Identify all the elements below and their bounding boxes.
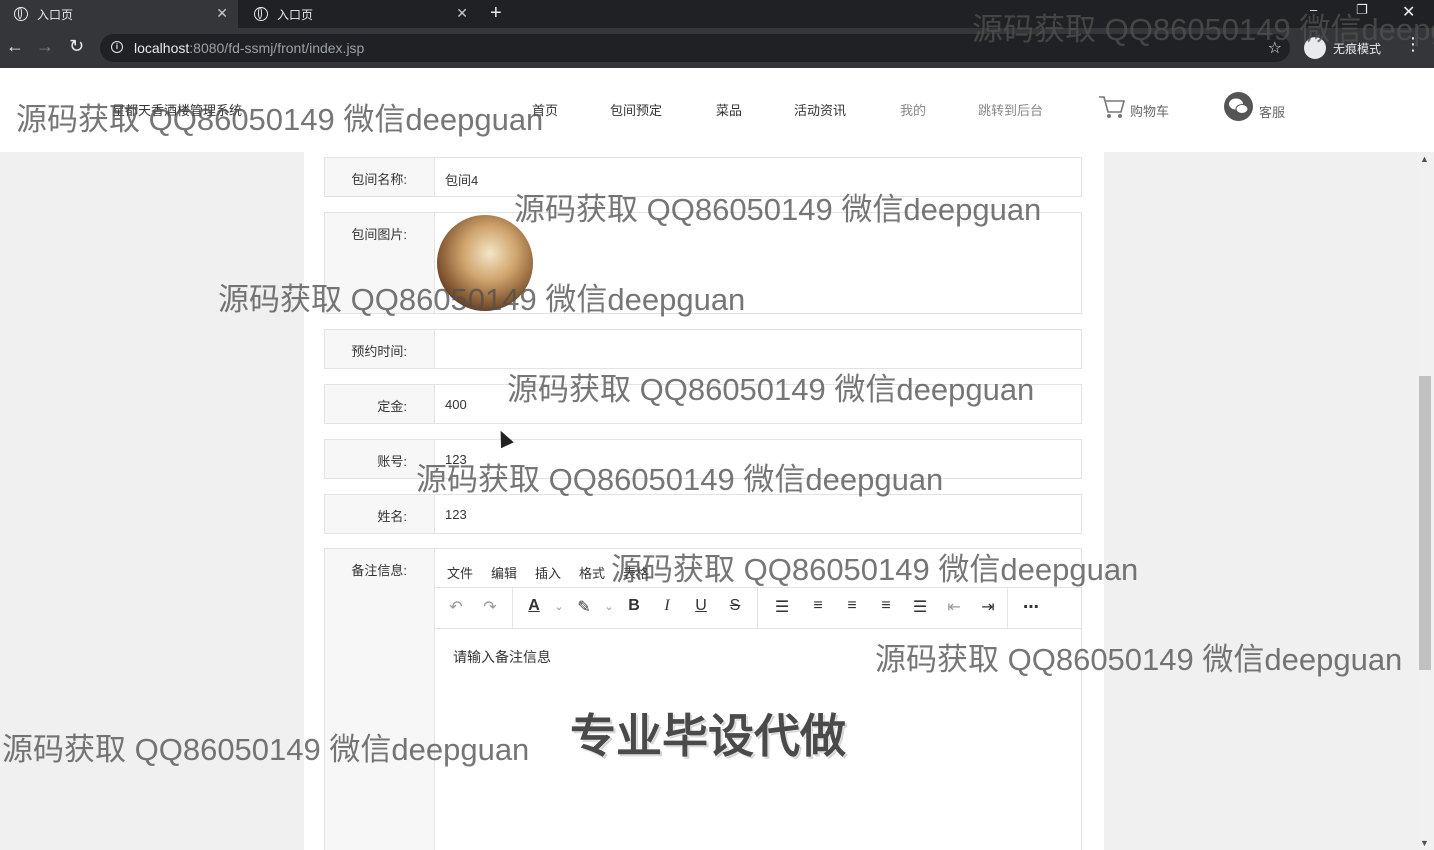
watermark: 源码获取 QQ86050149 微信deepguan <box>416 462 944 497</box>
remark-editor-placeholder[interactable]: 请输入备注信息 <box>453 647 551 667</box>
underline-icon[interactable]: U <box>690 597 712 615</box>
browser-tab-2[interactable]: 入口页 ✕ <box>240 0 478 28</box>
nav-news[interactable]: 活动资讯 <box>794 100 846 119</box>
name-value: 123 <box>445 507 467 522</box>
watermark: 源码获取 QQ86050149 微信deepguan <box>972 12 1434 47</box>
tab-close-icon[interactable]: ✕ <box>456 5 468 22</box>
tab-title: 入口页 <box>37 7 74 22</box>
nav-room-booking[interactable]: 包间预定 <box>610 100 662 119</box>
forward-icon[interactable]: → <box>36 36 54 57</box>
watermark: 源码获取 QQ86050149 微信deepguan <box>514 192 1042 227</box>
info-icon[interactable]: i <box>111 41 123 53</box>
font-color-icon[interactable]: A <box>523 597 545 615</box>
italic-icon[interactable]: I <box>656 597 678 615</box>
align-right-icon[interactable]: ≡ <box>875 597 897 615</box>
reload-icon[interactable]: ↻ <box>69 36 84 57</box>
watermark: 源码获取 QQ86050149 微信deepguan <box>875 642 1403 677</box>
tab-close-icon[interactable]: ✕ <box>216 5 228 22</box>
watermark: 源码获取 QQ86050149 微信deepguan <box>611 552 1139 587</box>
menu-edit[interactable]: 编辑 <box>491 563 517 582</box>
strikethrough-icon[interactable]: S <box>724 597 746 615</box>
nav-dishes[interactable]: 菜品 <box>716 100 742 119</box>
service-label: 客服 <box>1259 105 1286 120</box>
scrollbar-thumb[interactable] <box>1419 376 1431 670</box>
service-link[interactable]: 客服 <box>1224 92 1285 121</box>
redo-icon[interactable]: ↷ <box>479 597 501 617</box>
line-height-icon[interactable]: ☰ <box>771 597 793 617</box>
justify-icon[interactable]: ☰ <box>909 597 931 617</box>
undo-icon[interactable]: ↶ <box>445 597 467 617</box>
globe-icon <box>254 7 268 21</box>
chevron-down-icon[interactable]: ⌄ <box>598 600 620 613</box>
cart-link[interactable]: 购物车 <box>1098 94 1169 120</box>
remark-row: 备注信息: 文件 编辑 插入 格式 表格 ↶ ↷ A ⌄ ✎ ⌄ B I U S… <box>324 548 1082 850</box>
menu-file[interactable]: 文件 <box>447 563 473 582</box>
browser-tab-1[interactable]: 入口页 ✕ <box>0 0 238 28</box>
scroll-down-icon[interactable]: ▼ <box>1420 838 1429 848</box>
menu-format[interactable]: 格式 <box>579 563 605 582</box>
name-row: 姓名: 123 <box>324 494 1082 534</box>
watermark: 源码获取 QQ86050149 微信deepguan <box>218 282 746 317</box>
watermark-large: 专业毕设代做 <box>570 710 846 762</box>
outdent-icon[interactable]: ⇤ <box>943 597 965 617</box>
highlight-icon[interactable]: ✎ <box>573 597 595 617</box>
more-icon[interactable]: ⋯ <box>1020 597 1042 617</box>
deposit-value: 400 <box>445 397 467 412</box>
globe-icon <box>14 7 28 21</box>
indent-icon[interactable]: ⇥ <box>977 597 999 617</box>
align-left-icon[interactable]: ≡ <box>807 597 829 615</box>
room-name-value: 包间4 <box>445 173 479 188</box>
remark-label: 备注信息: <box>325 549 435 850</box>
bold-icon[interactable]: B <box>623 597 645 615</box>
new-tab-icon[interactable]: + <box>490 2 502 25</box>
scroll-up-icon[interactable]: ▲ <box>1420 154 1429 164</box>
back-icon[interactable]: ← <box>6 36 24 57</box>
wechat-icon <box>1224 92 1253 121</box>
watermark: 源码获取 QQ86050149 微信deepguan <box>16 102 544 137</box>
watermark: 源码获取 QQ86050149 微信deepguan <box>2 732 530 767</box>
cart-label: 购物车 <box>1130 104 1170 119</box>
reserve-time-row: 预约时间: <box>324 329 1082 369</box>
room-name-label: 包间名称: <box>325 158 435 196</box>
nav-admin[interactable]: 跳转到后台 <box>978 100 1043 119</box>
align-center-icon[interactable]: ≡ <box>841 597 863 615</box>
tab-title: 入口页 <box>277 7 314 22</box>
cart-icon <box>1099 96 1126 118</box>
chevron-down-icon[interactable]: ⌄ <box>548 600 570 613</box>
watermark: 源码获取 QQ86050149 微信deepguan <box>507 372 1035 407</box>
editor-toolbar: ↶ ↷ A ⌄ ✎ ⌄ B I U S ☰ ≡ ≡ ≡ ☰ ⇤ ⇥ ⋯ <box>435 587 1081 629</box>
url-text: localhost:8080/fd-ssmj/front/index.jsp <box>134 40 365 56</box>
nav-mine[interactable]: 我的 <box>900 100 926 119</box>
name-label: 姓名: <box>325 495 435 533</box>
menu-insert[interactable]: 插入 <box>535 563 561 582</box>
reserve-time-label: 预约时间: <box>325 330 435 368</box>
deposit-label: 定金: <box>325 385 435 423</box>
